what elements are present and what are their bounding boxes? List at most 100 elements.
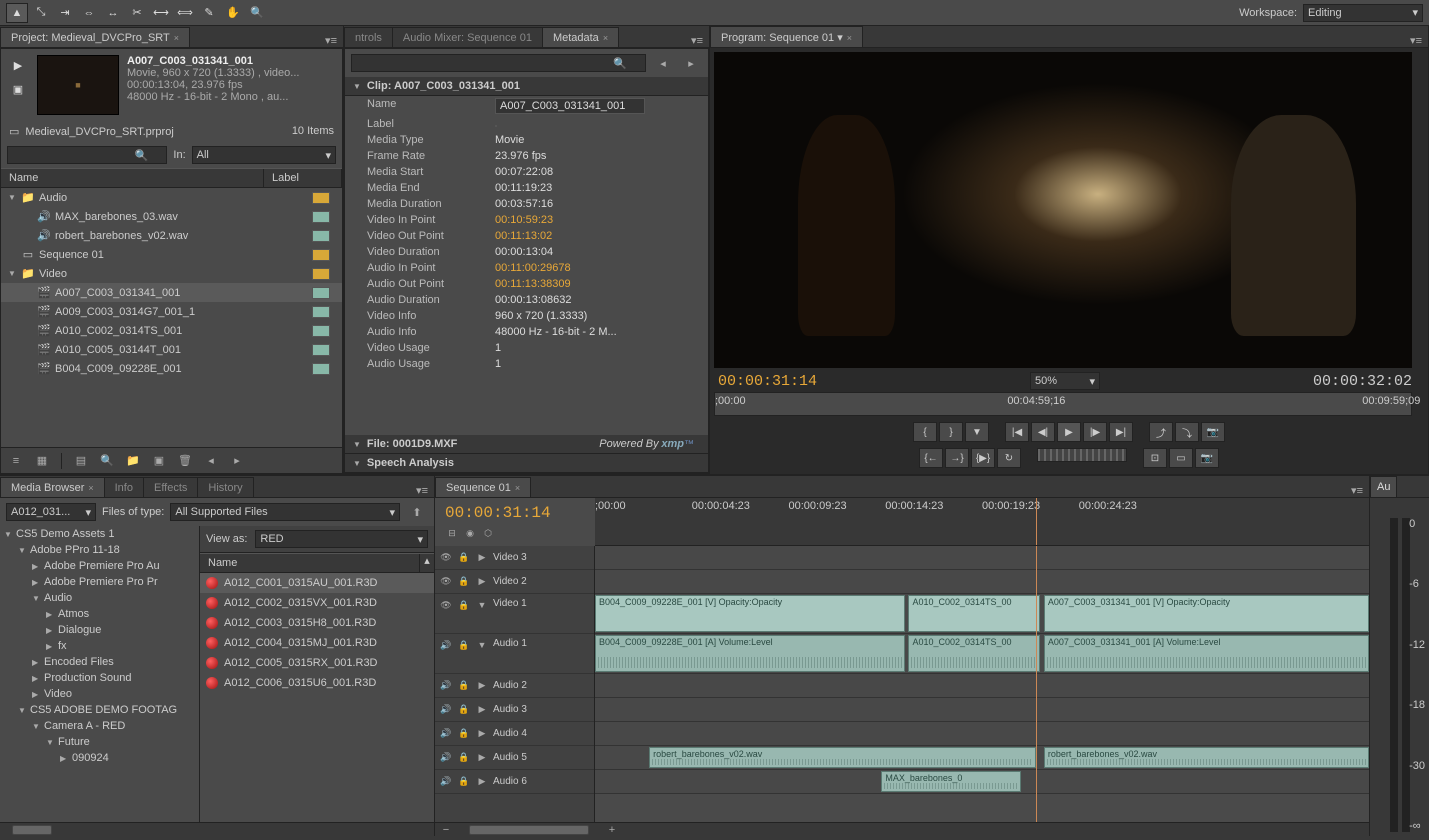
lift-icon[interactable]: ⤴ [1149,422,1173,442]
timeline-tracks[interactable]: B004_C009_09228E_001 [V] Opacity:Opacity… [595,546,1369,822]
bin-item[interactable]: 🎬B004_C009_09228E_001 [1,359,342,378]
metadata-tab[interactable]: Metadata× [542,27,619,47]
track-lane[interactable] [595,722,1369,746]
col-name[interactable]: Name [1,169,264,187]
timeline-clip[interactable]: robert_barebones_v02.wav [1044,747,1369,768]
track-lane[interactable] [595,570,1369,594]
track-lane[interactable]: B004_C009_09228E_001 [V] Opacity:Opacity… [595,594,1369,634]
goto-out-icon[interactable]: ▶| [1109,422,1133,442]
safe-margins-icon[interactable]: ⊡ [1143,448,1167,468]
mark-in-icon[interactable]: { [913,422,937,442]
media-file-item[interactable]: A012_C001_0315AU_001.R3D [200,573,434,593]
bin-item[interactable]: 🎬A010_C005_03144T_001 [1,340,342,359]
zoom-in-icon[interactable]: + [601,820,623,840]
toggle-track-icon[interactable]: 🔊 [439,775,453,789]
tree-node[interactable]: ▶Video [0,686,199,702]
history-tab[interactable]: History [197,477,253,497]
lock-track-icon[interactable]: 🔒 [457,679,471,693]
media-file-item[interactable]: A012_C004_0315MJ_001.R3D [200,633,434,653]
timeline-h-scrollbar[interactable]: − + [435,822,1369,836]
slip-tool[interactable]: ⟷ [150,3,172,23]
track-header[interactable]: 🔊🔒▶Audio 5 [435,746,594,770]
timeline-clip[interactable]: A007_C003_031341_001 [V] Opacity:Opacity [1044,595,1369,632]
timeline-clip[interactable]: MAX_barebones_0 [881,771,1020,792]
track-header[interactable]: 👁🔒▶Video 3 [435,546,594,570]
program-ruler[interactable]: ;00:0000:04:59;1600:09:59;09 [714,392,1412,416]
lock-track-icon[interactable]: 🔒 [457,575,471,589]
goto-prev-marker-icon[interactable]: {← [919,448,943,468]
track-lane[interactable] [595,698,1369,722]
tree-node[interactable]: ▶Encoded Files [0,654,199,670]
step-back-icon[interactable]: ◀| [1031,422,1055,442]
media-browser-tab[interactable]: Media Browser× [0,477,105,497]
camera-icon[interactable]: 📷 [1195,448,1219,468]
tree-node[interactable]: ▶090924 [0,750,199,766]
close-icon[interactable]: × [88,483,93,493]
tree-node[interactable]: ▶Adobe Premiere Pro Au [0,558,199,574]
track-lane[interactable] [595,546,1369,570]
loop-icon[interactable]: ↻ [997,448,1021,468]
tree-node[interactable]: ▼Camera A - RED [0,718,199,734]
lock-track-icon[interactable]: 🔒 [457,727,471,741]
rate-stretch-tool[interactable]: ↔ [102,3,124,23]
track-header[interactable]: 🔊🔒▶Audio 3 [435,698,594,722]
current-timecode[interactable]: 00:00:31:14 [718,373,817,390]
close-icon[interactable]: × [174,33,179,43]
lock-track-icon[interactable]: 🔒 [457,703,471,717]
tree-node[interactable]: ▶Atmos [0,606,199,622]
panel-menu-icon[interactable]: ▾≡ [1410,34,1422,47]
toggle-track-icon[interactable]: 🔊 [439,679,453,693]
rolling-edit-tool[interactable]: ⇔ [78,3,100,23]
icon-view-icon[interactable]: ▦ [31,451,53,471]
bin-item[interactable]: 🎬A009_C003_0314G7_001_1 [1,302,342,321]
program-tab[interactable]: Program: Sequence 01 ▾× [710,26,863,47]
toggle-track-icon[interactable]: 👁 [439,575,453,589]
prev-icon[interactable]: ◂ [200,451,222,471]
output-icon[interactable]: ▭ [1169,448,1193,468]
lock-track-icon[interactable]: 🔒 [457,551,471,565]
prev-icon[interactable]: ◂ [652,53,674,73]
goto-in-icon[interactable]: |◀ [1005,422,1029,442]
h-scrollbar[interactable] [0,822,434,836]
playhead[interactable] [1036,498,1037,545]
tree-node[interactable]: ▼CS5 Demo Assets 1 [0,526,199,542]
tree-node[interactable]: ▶Dialogue [0,622,199,638]
tree-node[interactable]: ▼CS5 ADOBE DEMO FOOTAG [0,702,199,718]
close-icon[interactable]: × [515,483,520,493]
snap-icon[interactable]: ⊟ [445,526,459,540]
tree-node[interactable]: ▼Adobe PPro 11-18 [0,542,199,558]
info-tab[interactable]: Info [104,477,144,497]
goto-next-marker-icon[interactable]: →} [945,448,969,468]
mark-out-icon[interactable]: } [939,422,963,442]
bin-item[interactable]: 🔊MAX_barebones_03.wav [1,207,342,226]
step-fwd-icon[interactable]: |▶ [1083,422,1107,442]
play-icon[interactable]: ▶ [1057,422,1081,442]
lock-track-icon[interactable]: 🔒 [457,751,471,765]
next-icon[interactable]: ▸ [226,451,248,471]
bin-item[interactable]: ▼📁Audio [1,188,342,207]
effect-controls-tab[interactable]: ntrols [344,27,393,47]
zoom-tool[interactable]: 🔍 [246,3,268,23]
audio-mixer-tab[interactable]: Audio Mixer: Sequence 01 [392,27,543,47]
find-icon[interactable]: 🔍 [96,451,118,471]
file-type-dropdown[interactable]: All Supported Files▾ [170,503,400,521]
tree-node[interactable]: ▼Audio [0,590,199,606]
lock-track-icon[interactable]: 🔒 [457,638,471,652]
speech-section-header[interactable]: ▼Speech Analysis [345,454,708,473]
shuttle-slider[interactable] [1037,448,1127,462]
marker-icon[interactable]: ◉ [463,526,477,540]
tree-node[interactable]: ▶fx [0,638,199,654]
ripple-edit-tool[interactable]: ⇥ [54,3,76,23]
track-header[interactable]: 🔊🔒▶Audio 2 [435,674,594,698]
col-label[interactable]: Label [264,169,342,187]
track-header[interactable]: 🔊🔒▼Audio 1 [435,634,594,674]
clip-section-header[interactable]: ▼Clip: A007_C003_031341_001 [345,77,708,96]
track-lane[interactable]: MAX_barebones_0 [595,770,1369,794]
track-lane[interactable] [595,674,1369,698]
panel-menu-icon[interactable]: ▾≡ [1351,484,1363,497]
name-column[interactable]: Name [200,554,420,572]
timeline-clip[interactable]: A007_C003_031341_001 [A] Volume:Level [1044,635,1369,672]
bin-item[interactable]: ▭Sequence 01 [1,245,342,264]
next-icon[interactable]: ▸ [680,53,702,73]
timeline-clip[interactable]: A010_C002_0314TS_00 [908,635,1040,672]
